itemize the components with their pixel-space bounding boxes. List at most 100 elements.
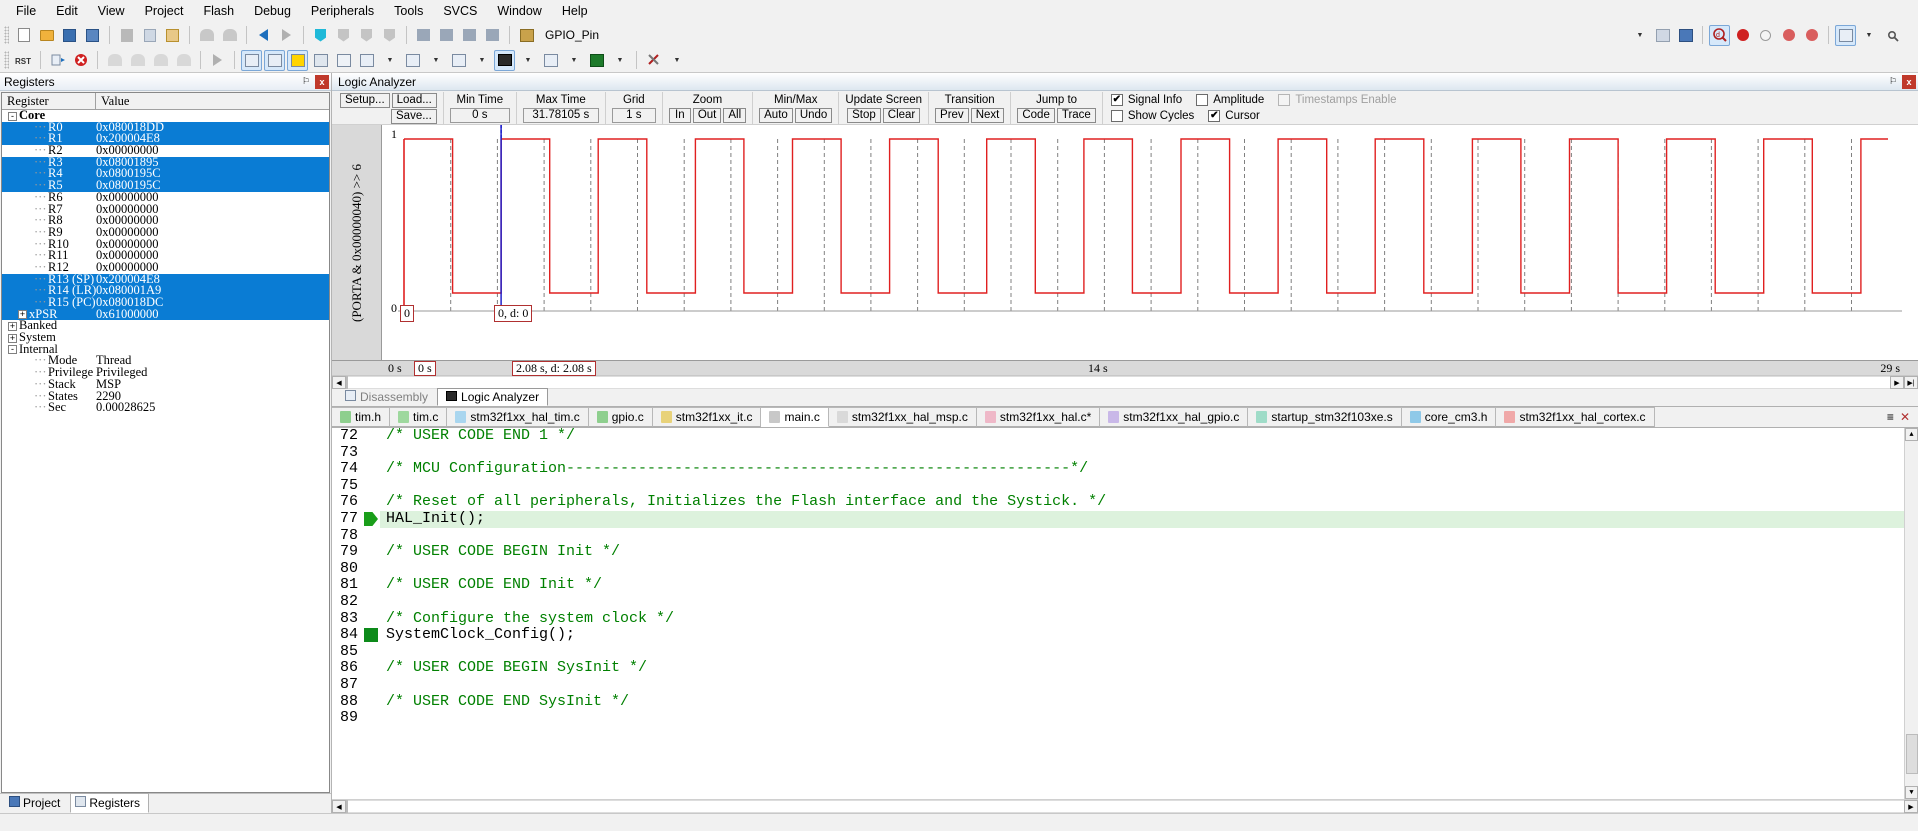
debug-windows-dropdown-icon[interactable]: ▼: [1858, 25, 1879, 46]
menu-item-view[interactable]: View: [88, 1, 135, 21]
new-file-icon[interactable]: [13, 25, 34, 46]
register-row[interactable]: ··· R11 0x00000000: [2, 249, 329, 262]
menu-item-debug[interactable]: Debug: [244, 1, 301, 21]
code-line[interactable]: [380, 561, 1904, 578]
scroll-right-button[interactable]: ▶: [1890, 376, 1904, 389]
indent-right-icon[interactable]: [413, 25, 434, 46]
symbols-window-icon[interactable]: [287, 49, 308, 71]
tab-logic-analyzer[interactable]: Logic Analyzer: [437, 388, 549, 406]
pin-icon[interactable]: ⚐: [1886, 75, 1900, 89]
reset-cpu-icon[interactable]: RST: [13, 50, 34, 71]
system-viewer-dropdown-icon[interactable]: ▼: [609, 50, 630, 71]
navigate-back-icon[interactable]: [253, 25, 274, 46]
debug-windows-icon[interactable]: [1835, 24, 1856, 46]
register-row[interactable]: ··· Privilege Privileged: [2, 366, 329, 379]
scroll-track[interactable]: [346, 376, 1890, 392]
register-row[interactable]: - Internal: [2, 344, 329, 356]
zoom-in-button[interactable]: In: [668, 108, 691, 123]
editor-tab-stm32f1xx-hal-cortex-c[interactable]: stm32f1xx_hal_cortex.c: [1496, 407, 1655, 427]
menu-item-window[interactable]: Window: [487, 1, 551, 21]
checkbox-signal-info[interactable]: ✔ Signal Info: [1110, 94, 1182, 106]
uncomment-icon[interactable]: [482, 25, 503, 46]
call-stack-icon[interactable]: [333, 50, 354, 71]
save-all-icon[interactable]: [82, 25, 103, 46]
editor-tab-gpio-c[interactable]: gpio.c: [588, 407, 653, 427]
configuration-wizard-icon[interactable]: [1881, 25, 1902, 46]
code-line[interactable]: /* USER CODE END Init */: [380, 577, 1904, 594]
close-icon[interactable]: x: [1902, 74, 1916, 89]
register-row[interactable]: ··· R6 0x00000000: [2, 191, 329, 204]
code-line[interactable]: [380, 478, 1904, 495]
navigate-forward-icon[interactable]: [276, 25, 297, 46]
update-clear-button[interactable]: Clear: [882, 108, 921, 123]
code-line[interactable]: /* MCU Configuration--------------------…: [380, 460, 1904, 478]
menu-item-peripherals[interactable]: Peripherals: [301, 1, 384, 21]
editor-scroll-left-button[interactable]: ◀: [332, 800, 346, 813]
editor-tab-stm32f1xx-hal-tim-c[interactable]: stm32f1xx_hal_tim.c: [447, 407, 589, 427]
tab-list-menu-icon[interactable]: ≡: [1887, 410, 1894, 424]
register-row[interactable]: ··· R2 0x00000000: [2, 144, 329, 157]
code-line[interactable]: [380, 677, 1904, 694]
start-debug-session-icon[interactable]: d: [1709, 24, 1730, 46]
transition-next-button[interactable]: Next: [970, 108, 1005, 123]
registers-tree[interactable]: Register Value - Core ··· R0 0x080018DD ··· R1…: [1, 92, 330, 793]
waveform-canvas[interactable]: 0 0, d: 0: [398, 125, 1904, 360]
register-row[interactable]: ··· R8 0x00000000: [2, 214, 329, 227]
code-line[interactable]: /* Configure the system clock */: [380, 610, 1904, 628]
grid-field[interactable]: 1 s: [611, 108, 656, 123]
bookmark-clear-icon[interactable]: [379, 25, 400, 46]
register-row[interactable]: ··· Sec 0.00028625: [2, 401, 329, 414]
register-row[interactable]: ··· R0 0x080018DD: [2, 121, 329, 134]
register-row[interactable]: ··· R7 0x00000000: [2, 202, 329, 216]
trace-window-icon[interactable]: [540, 50, 561, 71]
zoom-out-button[interactable]: Out: [692, 108, 722, 123]
open-folder-icon[interactable]: [36, 25, 57, 46]
register-row[interactable]: ··· R1 0x200004E8: [2, 132, 329, 146]
minmax-auto-button[interactable]: Auto: [759, 108, 793, 123]
register-row[interactable]: ··· R14 (LR) 0x080001A9: [2, 284, 329, 297]
max-time-field[interactable]: 31.78105 s: [522, 108, 599, 123]
stop-icon[interactable]: [70, 50, 91, 71]
register-row[interactable]: ··· R13 (SP) 0x200004E8: [2, 273, 329, 286]
editor-tab-stm32f1xx-hal-c-[interactable]: stm32f1xx_hal.c*: [976, 407, 1101, 427]
register-row[interactable]: + System: [2, 332, 329, 344]
pin-icon[interactable]: ⚐: [299, 75, 313, 89]
checkbox-cursor[interactable]: ✔ Cursor: [1208, 110, 1260, 122]
breakpoint-margin[interactable]: [362, 428, 380, 799]
watch-dropdown-icon[interactable]: ▼: [379, 50, 400, 71]
copy-icon[interactable]: [139, 25, 160, 46]
register-row[interactable]: ··· R3 0x08001895: [2, 156, 329, 169]
register-row[interactable]: ··· R5 0x0800195C: [2, 179, 329, 192]
editor-tab-main-c[interactable]: main.c: [761, 407, 829, 427]
undo-icon[interactable]: [196, 25, 217, 46]
code-line[interactable]: [380, 644, 1904, 661]
current-statement-icon[interactable]: [364, 512, 378, 526]
editor-file-tabs[interactable]: tim.h tim.c stm32f1xx_hal_tim.c gpio.c stm32…: [332, 407, 1918, 428]
save-icon[interactable]: [59, 25, 80, 46]
menu-item-help[interactable]: Help: [552, 1, 598, 21]
serial-dropdown-icon[interactable]: ▼: [471, 50, 492, 71]
disassembly-window-icon[interactable]: [264, 49, 285, 71]
serial-window-icon[interactable]: [448, 50, 469, 71]
bookmark-prev-icon[interactable]: [333, 25, 354, 46]
memory-dropdown-icon[interactable]: ▼: [425, 50, 446, 71]
show-next-statement-icon[interactable]: [207, 50, 228, 71]
menu-item-edit[interactable]: Edit: [46, 1, 88, 21]
target-options-icon[interactable]: [1652, 25, 1673, 46]
register-row[interactable]: + xPSR 0x61000000: [2, 308, 329, 321]
analysis-dropdown-icon[interactable]: ▼: [517, 50, 538, 71]
watch-window-icon[interactable]: [356, 50, 377, 71]
bookmark-toggle-icon[interactable]: [310, 25, 331, 46]
step-over-icon[interactable]: [127, 50, 148, 71]
jump-to-code-button[interactable]: Code: [1017, 108, 1055, 123]
scroll-end-button[interactable]: ▶|: [1904, 376, 1918, 389]
code-line[interactable]: /* USER CODE BEGIN Init */: [380, 543, 1904, 561]
register-row[interactable]: ··· R4 0x0800195C: [2, 167, 329, 181]
register-row[interactable]: ··· R12 0x00000000: [2, 261, 329, 274]
disable-all-breakpoints-icon[interactable]: [1778, 25, 1799, 46]
comment-icon[interactable]: [459, 25, 480, 46]
editor-hscroll-track[interactable]: [346, 800, 1904, 816]
toolbox-icon[interactable]: [643, 50, 664, 71]
signal-label-strip[interactable]: (PORTA & 0x00000040) >> 6: [332, 125, 382, 360]
tab-project[interactable]: Project: [4, 793, 69, 813]
